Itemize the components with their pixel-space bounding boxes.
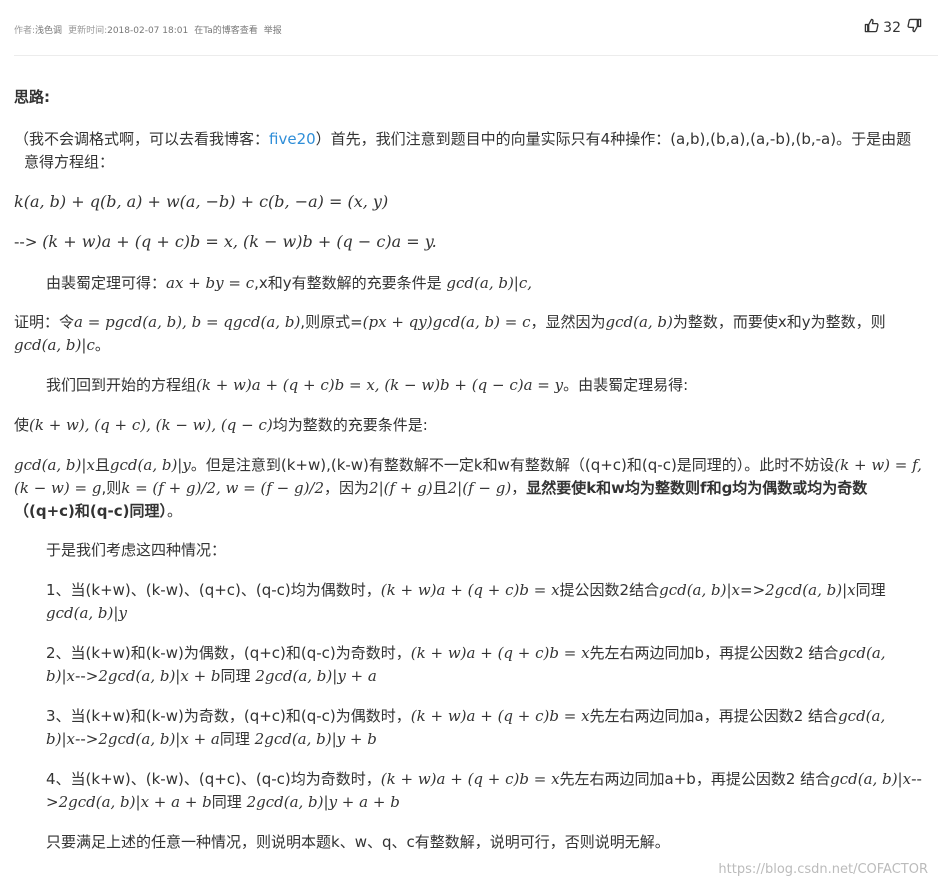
report-link[interactable]: 举报 [264,26,282,36]
case-4: 4、当(k+w)、(k-w)、(q+c)、(q-c)均为奇数时，(k + w)a… [46,770,922,811]
paragraph-return: 我们回到开始的方程组(k + w)a + (q + c)b = x, (k − … [46,376,689,394]
case-2: 2、当(k+w)和(k-w)为偶数，(q+c)和(q-c)为奇数时，(k + w… [46,644,886,685]
paragraph-condition: 使(k + w), (q + c), (k − w), (q − c)均为整数的… [14,416,428,434]
paragraph-conclusion: 只要满足上述的任意一种情况，则说明本题k、w、q、c有整数解，说明可行，否则说明… [46,833,670,851]
view-in-blog-link[interactable]: 在Ta的博客查看 [194,26,258,36]
vote-count: 32 [883,19,901,36]
vote-box: 32 [864,18,922,37]
paragraph-four-cases: 于是我们考虑这四种情况： [46,541,227,559]
header-divider [14,55,938,56]
case-3: 3、当(k+w)和(k-w)为奇数，(q+c)和(q-c)为偶数时，(k + w… [46,707,886,748]
equation-2-line: --> (k + w)a + (q + c)b = x, (k − w)b + … [14,232,437,251]
paragraph-intro: （我不会调格式啊，可以去看我博客：five20）首先，我们注意到题目中的向量实际… [14,130,912,171]
updated-time: 2018-02-07 18:01 [107,26,189,36]
post-meta: 作者:浅色调 更新时间:2018-02-07 18:01 在Ta的博客查看 举报 [14,23,288,36]
equation-2: (k + w)a + (q + c)b = x, (k − w)b + (q −… [42,232,437,251]
blog-link-five20[interactable]: five20 [269,130,316,148]
post-body: 思路: （我不会调格式啊，可以去看我博客：five20）首先，我们注意到题目中的… [14,86,922,854]
paragraph-parity: gcd(a, b)|x且gcd(a, b)|y。但是注意到(k+w),(k-w)… [14,456,922,520]
thumbs-down-icon[interactable] [907,18,922,37]
watermark: https://blog.csdn.net/COFACTOR [718,862,928,877]
paragraph-bezout: 由裴蜀定理可得：ax + by = c,x和y有整数解的充要条件是 gcd(a,… [46,274,533,292]
case-1: 1、当(k+w)、(k-w)、(q+c)、(q-c)均为偶数时，(k + w)a… [46,581,886,622]
author-link[interactable]: 浅色调 [35,26,62,36]
thumbs-up-icon[interactable] [864,18,879,37]
author-label: 作者: [14,26,36,36]
updated-label: 更新时间: [68,26,108,36]
heading: 思路: [14,88,50,106]
paragraph-proof: 证明：令a = pgcd(a, b), b = qgcd(a, b),则原式=(… [14,313,886,354]
equation-1: k(a, b) + q(b, a) + w(a, −b) + c(b, −a) … [14,192,389,211]
